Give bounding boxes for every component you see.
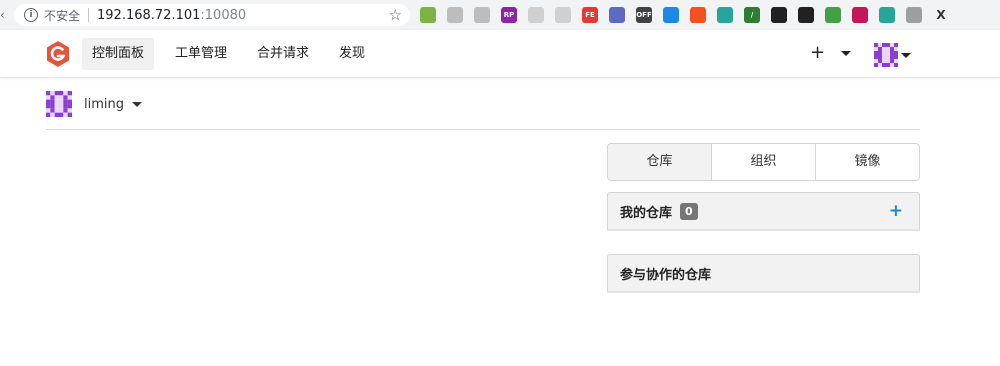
nav-explore[interactable]: 发现: [329, 38, 375, 70]
address-bar[interactable]: i 不安全 192.168.72.101:10080 ☆: [14, 4, 410, 26]
ext-13-icon[interactable]: /: [744, 7, 760, 23]
ext-rp-icon[interactable]: RP: [501, 7, 517, 23]
gogs-logo-icon[interactable]: [44, 40, 72, 68]
ext-5-icon[interactable]: [528, 7, 544, 23]
info-icon[interactable]: i: [24, 8, 38, 22]
ext-10-icon[interactable]: [663, 7, 679, 23]
ext-12-icon[interactable]: [717, 7, 733, 23]
nav-pull-requests[interactable]: 合并请求: [247, 38, 319, 70]
chevron-down-icon: [901, 52, 911, 58]
dashboard-tabs: 仓库 组织 镜像: [607, 143, 920, 181]
ext-1-icon[interactable]: [420, 7, 436, 23]
repo-count-badge: 0: [680, 202, 698, 220]
ext-11-icon[interactable]: [690, 7, 706, 23]
avatar: [46, 91, 72, 117]
ext-14-icon[interactable]: [771, 7, 787, 23]
tab-repositories[interactable]: 仓库: [608, 144, 712, 180]
context-switcher[interactable]: liming: [46, 91, 142, 117]
collab-repos-title: 参与协作的仓库: [620, 267, 712, 283]
app-navbar: 控制面板 工单管理 合并请求 发现 +: [0, 30, 1000, 78]
create-new-button[interactable]: +: [810, 42, 851, 64]
chevron-down-icon: [840, 50, 851, 56]
omnibox-divider: [88, 8, 90, 22]
ext-fe-icon[interactable]: FE: [582, 7, 598, 23]
nav-issues[interactable]: 工单管理: [165, 38, 237, 70]
extensions-bar: RP FE OFF / X: [420, 6, 960, 24]
browser-toolbar: ‹ i 不安全 192.168.72.101:10080 ☆ RP FE OFF / X: [0, 0, 1000, 30]
ext-3-icon[interactable]: [474, 7, 490, 23]
plus-icon: +: [810, 42, 826, 63]
security-label: 不安全: [44, 8, 81, 23]
nav-dashboard[interactable]: 控制面板: [82, 38, 155, 70]
divider: [46, 129, 920, 130]
ext-off-icon[interactable]: OFF: [636, 7, 652, 23]
ext-18-icon[interactable]: [879, 7, 895, 23]
my-repos-body: [607, 229, 920, 231]
ext-2-icon[interactable]: [447, 7, 463, 23]
url-port: :10080: [200, 7, 247, 23]
avatar: [874, 43, 898, 67]
url-host: 192.168.72.101: [97, 7, 201, 23]
user-menu[interactable]: [874, 43, 911, 67]
context-username: liming: [84, 96, 124, 112]
ext-8-icon[interactable]: [609, 7, 625, 23]
ext-x-icon[interactable]: X: [933, 7, 949, 23]
collab-repos-header: 参与协作的仓库: [607, 254, 920, 292]
my-repos-title: 我的仓库: [620, 205, 673, 221]
tab-mirrors[interactable]: 镜像: [816, 144, 919, 180]
ext-17-icon[interactable]: [852, 7, 868, 23]
ext-19-icon[interactable]: [906, 7, 922, 23]
tab-organizations[interactable]: 组织: [712, 144, 816, 180]
back-icon[interactable]: ‹: [0, 8, 8, 22]
add-repo-button[interactable]: +: [889, 201, 903, 221]
ext-16-icon[interactable]: [825, 7, 841, 23]
ext-6-icon[interactable]: [555, 7, 571, 23]
bookmark-star-icon[interactable]: ☆: [389, 6, 402, 24]
collab-repos-body: [607, 291, 920, 293]
chevron-down-icon: [132, 101, 142, 107]
my-repos-header: 我的仓库 0 +: [607, 192, 920, 230]
ext-15-icon[interactable]: [798, 7, 814, 23]
